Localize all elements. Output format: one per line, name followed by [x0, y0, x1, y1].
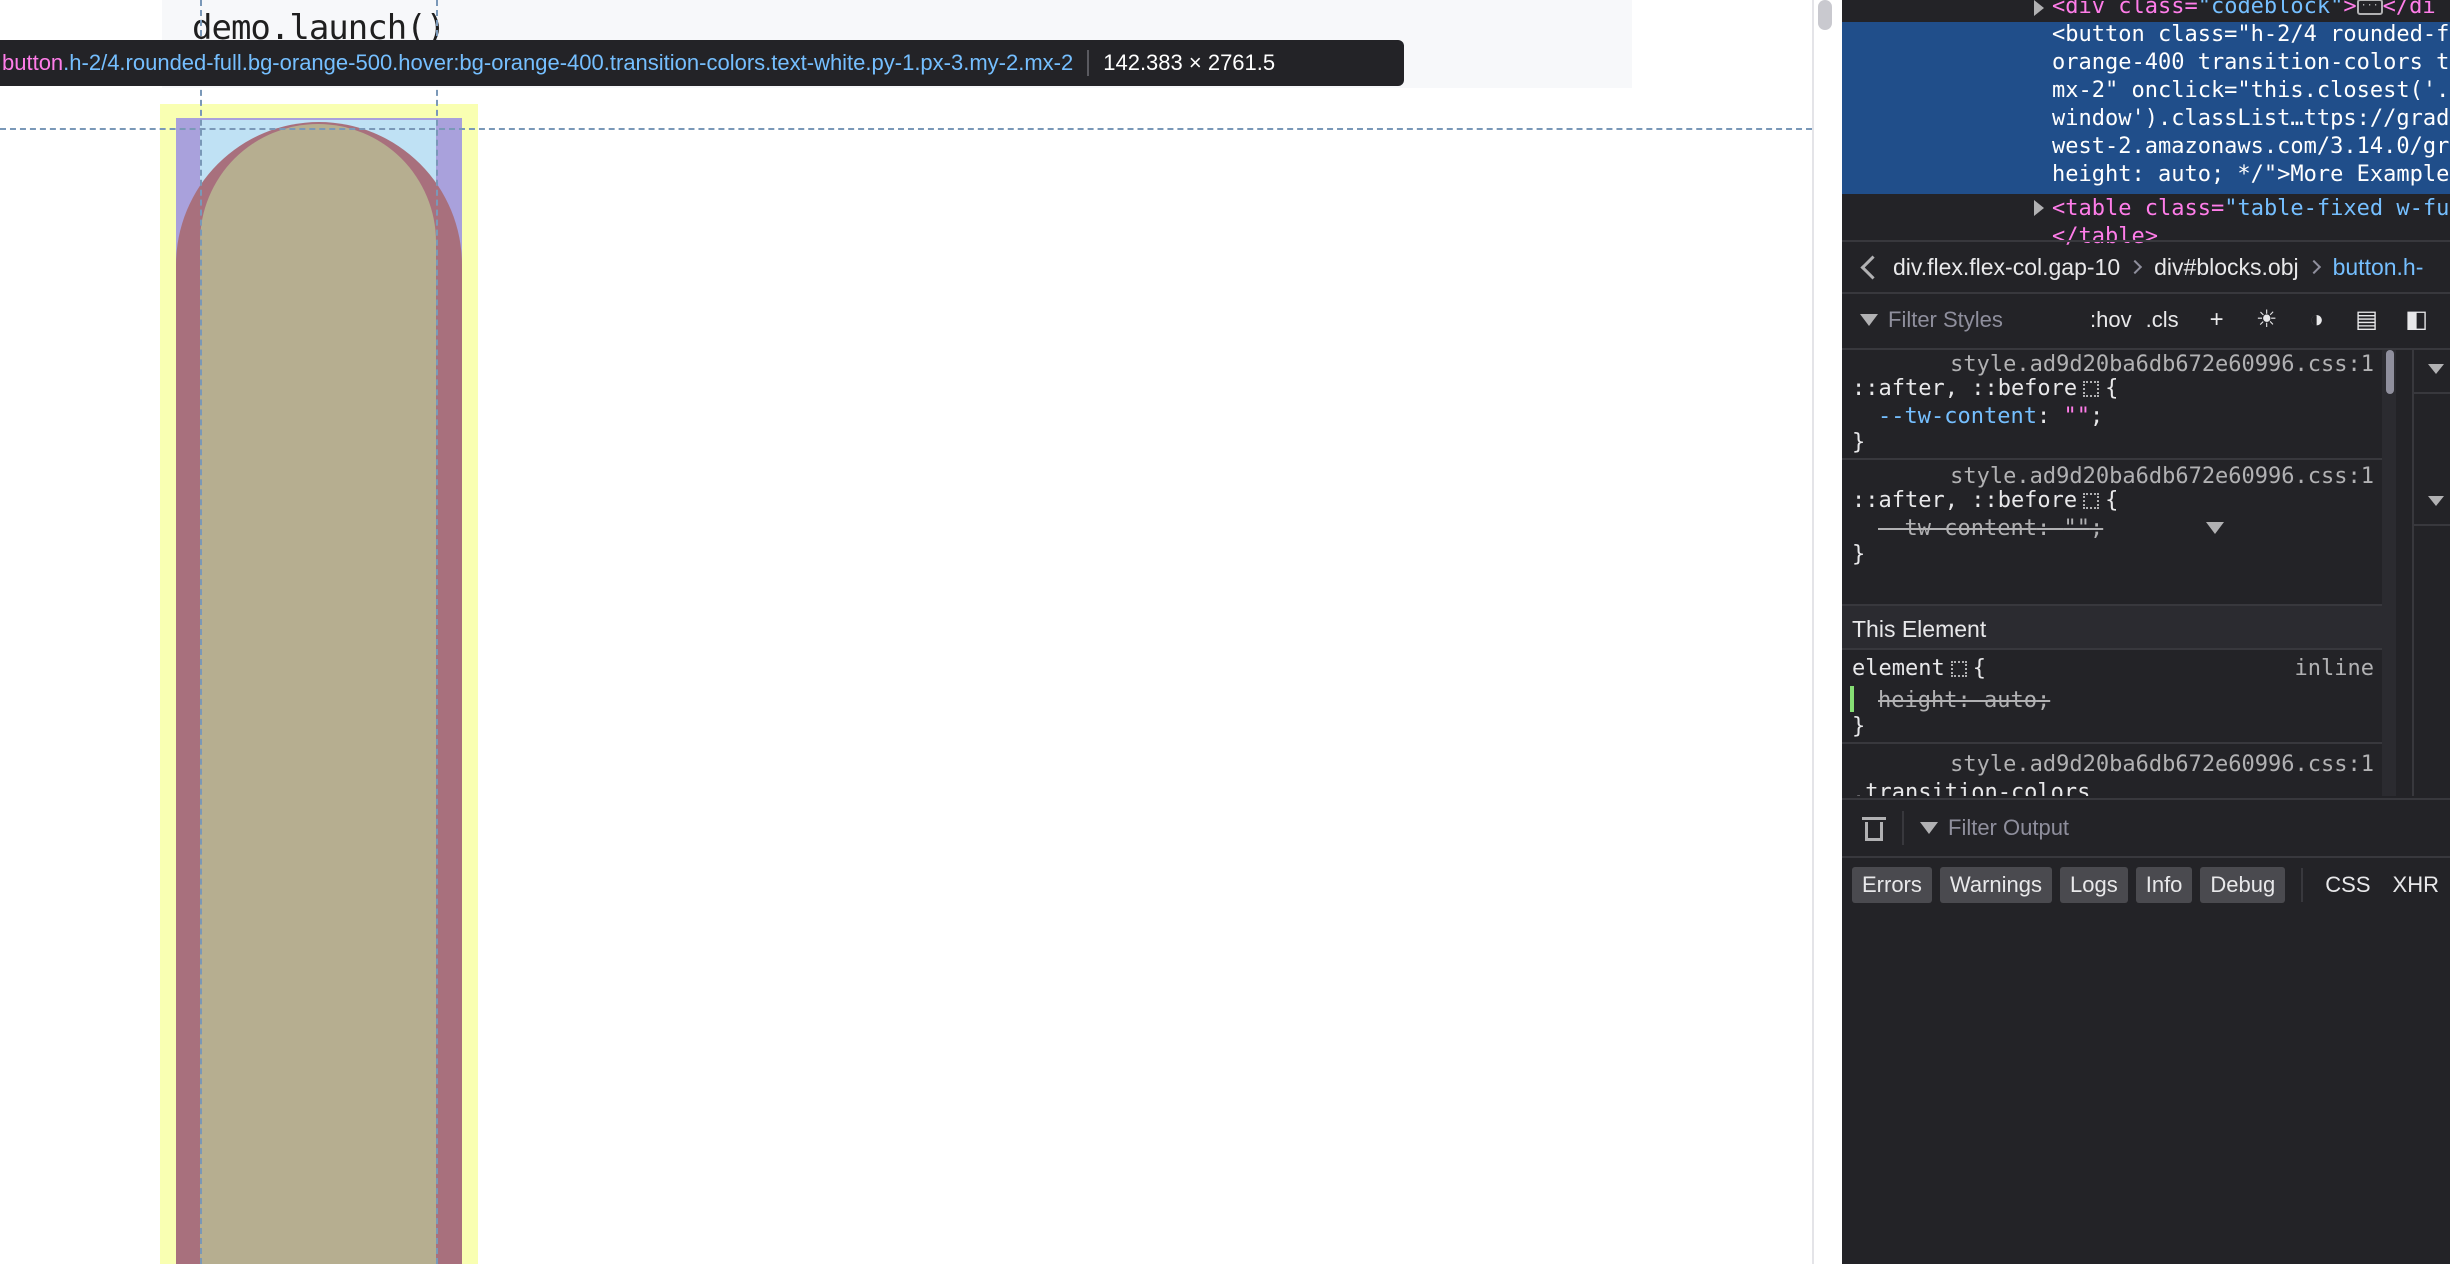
grid-icon[interactable] [1950, 661, 1967, 677]
breadcrumb-item-current[interactable]: button.h- [2333, 254, 2424, 281]
filter-css-button[interactable]: CSS [2325, 872, 2370, 898]
toolbar-separator [2301, 868, 2304, 902]
rules-scrollbar[interactable] [2382, 350, 2396, 796]
trash-icon[interactable] [1862, 815, 1886, 841]
filter-errors-button[interactable]: Errors [1852, 867, 1932, 903]
chevron-down-icon[interactable] [2428, 364, 2444, 374]
filter-warnings-button[interactable]: Warnings [1939, 867, 2052, 903]
breadcrumb: div.flex.flex-col.gap-10 div#blocks.obj … [1842, 240, 2450, 294]
rules-scrollbar-thumb[interactable] [2386, 350, 2394, 394]
element-rule: element{ inline height: auto; } style.ad… [1842, 652, 2382, 796]
console-toolbar: Filter Output [1842, 798, 2450, 858]
rule-selector: ::after, ::before{ [1852, 376, 2119, 401]
rule-selector: element{ [1852, 656, 1986, 681]
infobar-dimensions: 142.383 × 2761.5 [1103, 50, 1276, 75]
devtools-panel: <div class="codeblock"> ··· </di <button c… [1842, 0, 2450, 1264]
markup-view: <div class="codeblock"> ··· </di <button c… [1842, 0, 2450, 249]
rule-source-link[interactable]: style.ad9d20ba6db672e60996.css:1 [1950, 352, 2374, 377]
chevron-down-icon[interactable] [2428, 496, 2444, 506]
filter-logs-button[interactable]: Logs [2060, 867, 2128, 903]
markup-selected-line-2: orange-400 transition-colors t [2052, 50, 2450, 75]
color-scheme-icon[interactable]: ◑ [2305, 308, 2329, 332]
class-toggle-button[interactable]: .cls [2146, 307, 2179, 333]
markup-selected-line-1: <button class="h-2/4 rounded-f [2052, 22, 2450, 47]
rule-declaration[interactable]: --tw-content: ""; [1878, 404, 2103, 429]
markup-line-table[interactable]: <table class="table-fixed w-fu [2052, 196, 2449, 221]
markup-selected-line-3: mx-2" onclick="this.closest('. [2052, 78, 2450, 103]
expand-triangle-icon[interactable] [2034, 0, 2044, 16]
rule-close-brace: } [1852, 542, 1866, 567]
rule-source-link[interactable]: style.ad9d20ba6db672e60996.css:1 [1950, 464, 2374, 489]
filter-styles-input[interactable]: Filter Styles [1888, 307, 2068, 333]
highlighted-button-content [200, 124, 436, 1264]
console-level-filters: Errors Warnings Logs Info Debug CSS XHR [1842, 856, 2450, 914]
breadcrumb-item[interactable]: div#blocks.obj [2154, 254, 2298, 281]
markup-line-codeblock[interactable]: <div class="codeblock"> ··· </di [2052, 0, 2436, 19]
page-scrollbar[interactable] [1812, 0, 1844, 1264]
rule-selector: ::after, ::before{ [1852, 488, 2119, 513]
page-viewport: demo.launch() button .h-2/4.rounded-full.… [0, 0, 1812, 1264]
filter-info-button[interactable]: Info [2135, 867, 2193, 903]
grid-icon[interactable] [2083, 381, 2100, 397]
section-title: This Element [1842, 604, 2382, 650]
infobar-separator [1087, 50, 1090, 76]
infobar-classes: .h-2/4.rounded-full.bg-orange-500.hover:… [63, 50, 1074, 75]
guide-line-left [200, 0, 202, 1264]
light-mode-icon[interactable]: ☀ [2255, 308, 2279, 332]
chevron-left-icon[interactable] [1860, 254, 1885, 280]
markup-selected-line-5: west-2.amazonaws.com/3.14.0/gr [2052, 134, 2450, 159]
filter-icon [1860, 314, 1878, 326]
rule-close-brace: } [1852, 714, 1866, 739]
filter-icon [1920, 822, 1938, 834]
chevron-right-icon [2128, 259, 2143, 275]
filter-output-input[interactable]: Filter Output [1948, 815, 2069, 841]
rule-selector-partial: .transition-colors [1852, 780, 2091, 796]
rule-declaration-overridden[interactable]: --tw-content: ""; [1878, 516, 2103, 541]
rule-source-inline: inline [2294, 656, 2374, 681]
sidebar-toggle-icon[interactable]: ◧ [2405, 308, 2429, 332]
hover-state-button[interactable]: :hov [2090, 307, 2132, 333]
rule-divider [1842, 458, 2382, 460]
expand-triangle-icon[interactable] [2034, 200, 2044, 216]
add-rule-icon[interactable]: + [2205, 308, 2229, 332]
collapsed-content-icon[interactable]: ··· [2356, 0, 2383, 15]
infobar-tag: button [2, 50, 64, 75]
guide-line-horizontal [0, 128, 1812, 130]
chevron-right-icon [2306, 259, 2321, 275]
markup-selected-line-4: window').classList…ttps://grad [2052, 106, 2450, 131]
styles-toolbar: Filter Styles :hov .cls + ☀ ◑ ▤ ◧ [1842, 292, 2450, 350]
filter-xhr-button[interactable]: XHR [2393, 872, 2439, 898]
rule-declaration-inline[interactable]: height: auto; [1878, 688, 2050, 713]
computed-sidebar-collapsed [2412, 350, 2450, 796]
print-media-icon[interactable]: ▤ [2355, 308, 2379, 332]
toolbar-separator [1902, 811, 1904, 845]
changed-indicator [1850, 686, 1854, 712]
filter-icon[interactable] [2206, 522, 2224, 534]
filter-debug-button[interactable]: Debug [2200, 867, 2286, 903]
rule-divider [1842, 742, 2382, 744]
guide-line-right [436, 0, 438, 1264]
element-infobar: button .h-2/4.rounded-full.bg-orange-500.… [0, 40, 1404, 86]
grid-icon[interactable] [2083, 493, 2100, 509]
markup-selected-line-6: height: auto; */">More Example [2052, 162, 2450, 187]
rule-source-link[interactable]: style.ad9d20ba6db672e60996.css:1 [1950, 752, 2374, 777]
page-scrollbar-thumb[interactable] [1818, 0, 1832, 30]
rule-close-brace: } [1852, 430, 1866, 455]
breadcrumb-item[interactable]: div.flex.flex-col.gap-10 [1893, 254, 2120, 281]
